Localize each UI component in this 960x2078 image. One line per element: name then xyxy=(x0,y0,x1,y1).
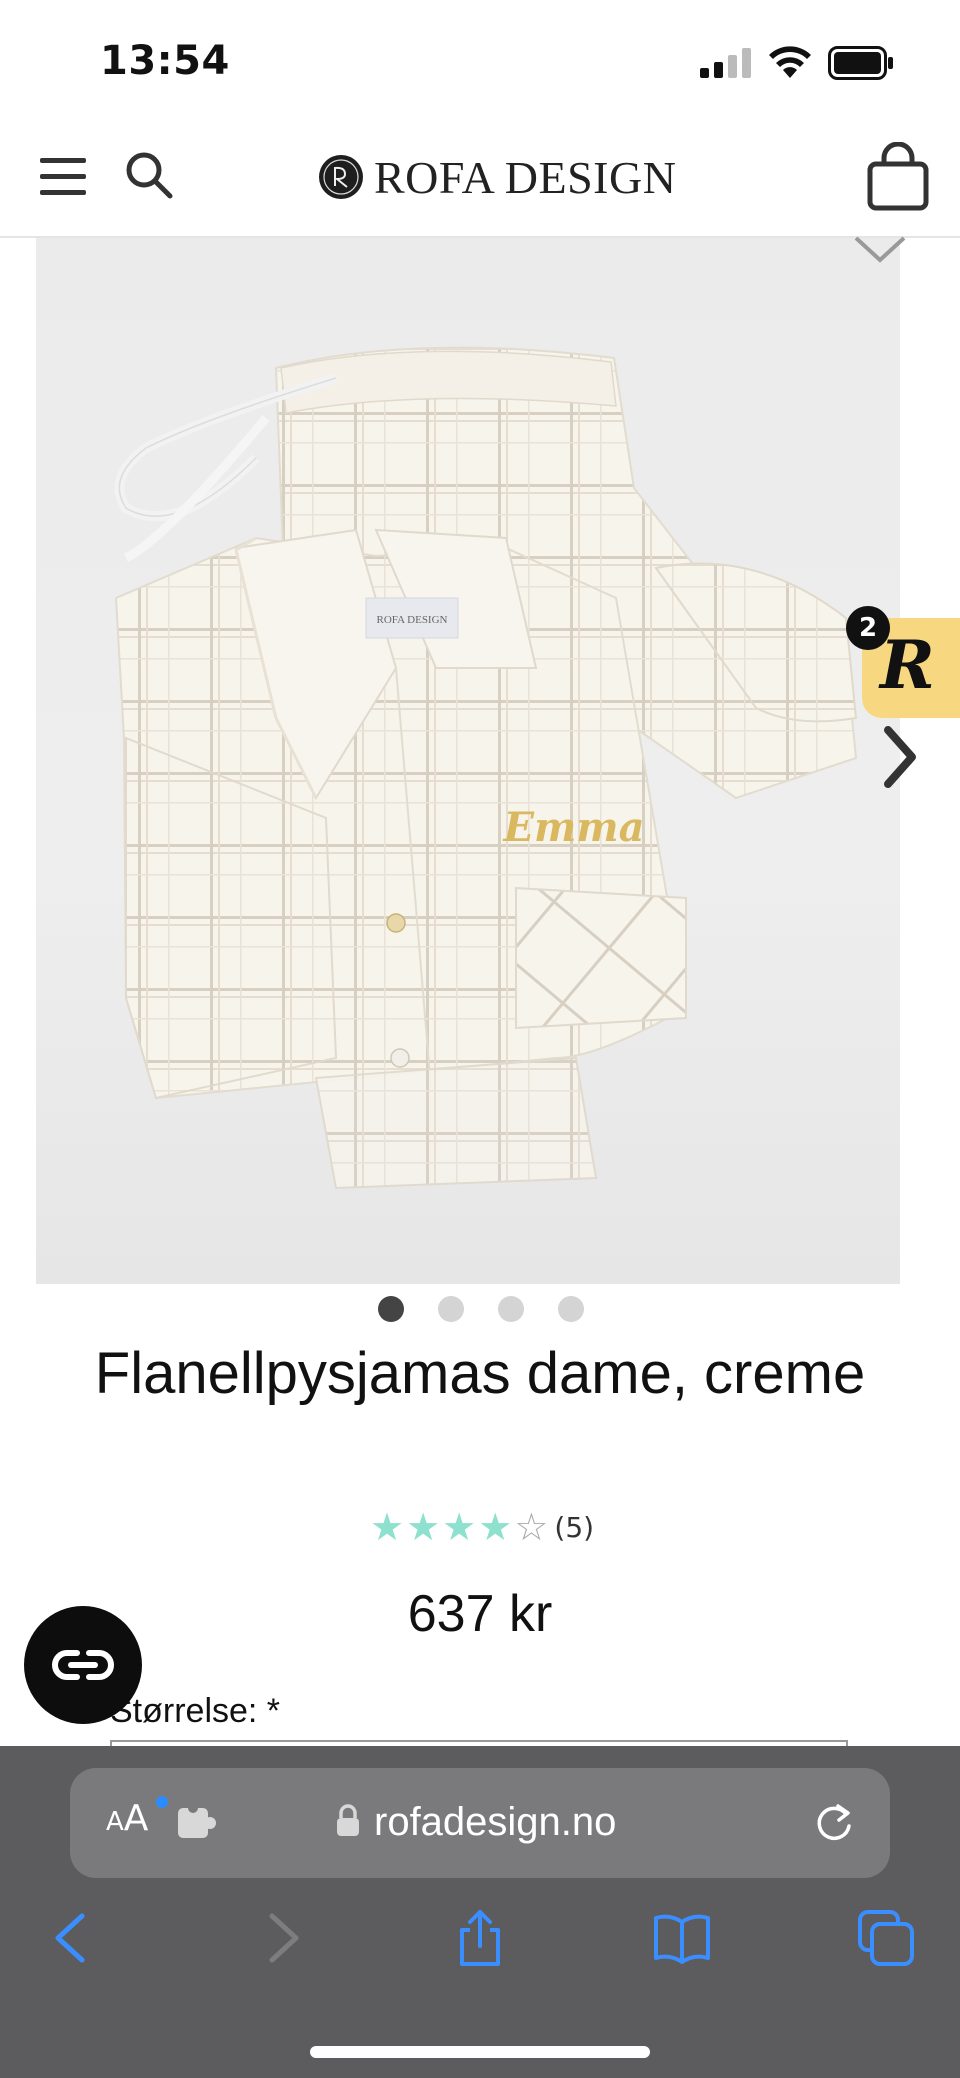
star-icon: ★ xyxy=(442,1505,477,1549)
reviews-widget-letter: R xyxy=(880,626,935,704)
browser-nav-row xyxy=(0,1908,960,1978)
site-header: ROFA DESIGN xyxy=(0,120,960,238)
tabs-icon[interactable] xyxy=(856,1908,916,1968)
reviews-widget-count-badge: 2 xyxy=(846,606,890,650)
chat-link-icon xyxy=(52,1650,114,1680)
cellular-signal-icon xyxy=(700,48,751,78)
pagination-dot-2[interactable] xyxy=(438,1296,464,1322)
star-icon: ★ xyxy=(478,1505,513,1549)
size-label: Størrelse: * xyxy=(110,1692,281,1730)
url-text[interactable]: rofadesign.no xyxy=(374,1800,616,1845)
embroidery-text: Emma xyxy=(502,804,644,851)
forward-icon[interactable] xyxy=(250,1908,310,1968)
text-size-button[interactable]: AA xyxy=(106,1798,148,1839)
status-time: 13:54 xyxy=(100,38,230,84)
shopping-bag-icon[interactable] xyxy=(866,142,930,212)
menu-icon[interactable] xyxy=(38,154,88,198)
search-icon[interactable] xyxy=(124,150,174,200)
star-outline-icon: ☆ xyxy=(514,1505,549,1549)
chevron-down-icon[interactable] xyxy=(850,232,910,266)
battery-icon xyxy=(828,46,893,80)
pajama-illustration: ROFA DESIGN Emma xyxy=(114,346,858,1190)
product-title: Flanellpysjamas dame, creme xyxy=(94,1341,866,1406)
chat-button[interactable] xyxy=(24,1606,142,1724)
product-image[interactable]: ROFA DESIGN Emma xyxy=(36,238,900,1284)
pagination-dot-4[interactable] xyxy=(558,1296,584,1322)
back-icon[interactable] xyxy=(44,1908,104,1968)
product-price: 637 kr xyxy=(407,1585,553,1643)
share-icon[interactable] xyxy=(450,1908,510,1968)
pagination-dot-1[interactable] xyxy=(378,1296,404,1322)
image-pagination xyxy=(378,1296,584,1322)
review-count[interactable]: (5) xyxy=(554,1511,594,1544)
product-rating[interactable]: ★ ★ ★ ★ ☆ (5) xyxy=(370,1508,594,1546)
star-icon: ★ xyxy=(370,1505,405,1549)
garment-label-text: ROFA DESIGN xyxy=(376,614,447,626)
home-indicator xyxy=(310,2046,650,2058)
pagination-dot-3[interactable] xyxy=(498,1296,524,1322)
browser-toolbar: AA rofadesign.no xyxy=(0,1746,960,2078)
reload-icon[interactable] xyxy=(812,1800,856,1844)
logo-text: ROFA DESIGN xyxy=(374,151,677,203)
logo-emblem-icon xyxy=(319,155,363,199)
notification-dot xyxy=(156,1796,168,1808)
bookmarks-icon[interactable] xyxy=(652,1908,712,1968)
star-icon: ★ xyxy=(406,1505,441,1549)
site-logo[interactable]: ROFA DESIGN xyxy=(318,150,676,204)
address-bar[interactable]: AA rofadesign.no xyxy=(70,1768,890,1878)
status-bar: 13:54 xyxy=(0,0,960,120)
extension-icon[interactable] xyxy=(176,1802,218,1842)
wifi-icon xyxy=(769,46,811,78)
lock-icon xyxy=(337,1804,359,1836)
next-image-chevron-icon[interactable] xyxy=(880,724,920,790)
